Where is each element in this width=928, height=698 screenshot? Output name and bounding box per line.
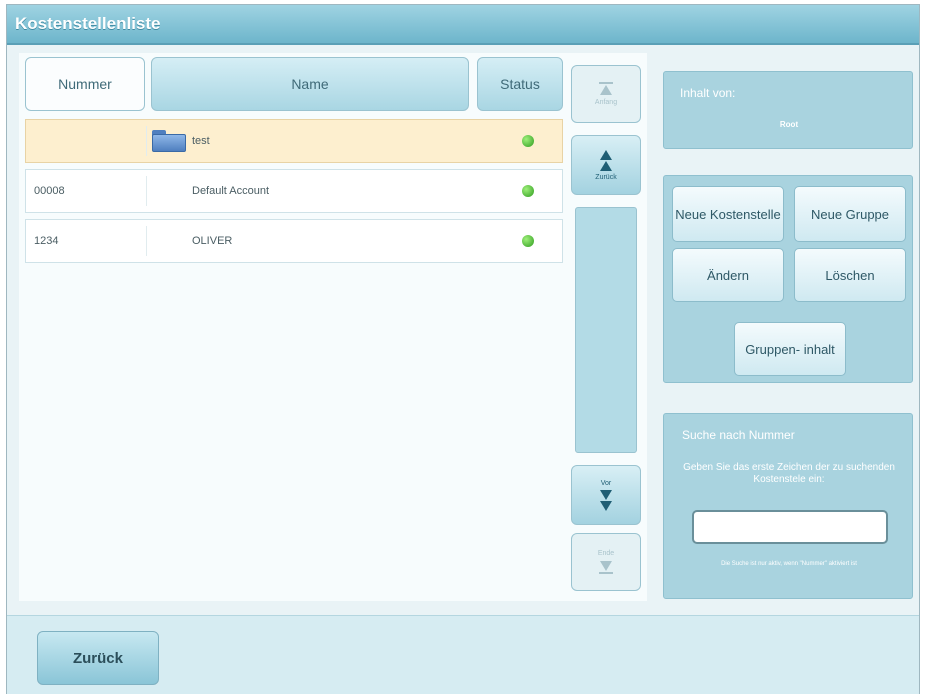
column-header-status[interactable]: Status (477, 57, 563, 111)
scroll-down-label: Vor (600, 479, 612, 487)
row-name: Default Account (192, 185, 270, 197)
scroll-down-button[interactable]: Vor (571, 465, 641, 525)
column-header-number[interactable]: Nummer (25, 57, 145, 111)
row-name-cell: test (152, 120, 482, 162)
content-of-heading: Inhalt von: (680, 86, 736, 100)
status-active-icon (522, 135, 534, 147)
scroll-track[interactable] (575, 207, 637, 453)
group-content-button[interactable]: Gruppen- inhalt (734, 322, 846, 376)
search-panel: Suche nach Nummer Geben Sie das erste Ze… (663, 413, 913, 599)
arrow-up-icon (600, 149, 612, 160)
search-note: Die Suche ist nur aktiv, wenn "Nummer" a… (721, 561, 857, 567)
row-divider (146, 226, 147, 256)
row-status (508, 120, 548, 162)
scroll-bottom-label: Ende (597, 550, 615, 557)
search-title: Suche nach Nummer (682, 428, 795, 442)
scroll-up-button[interactable]: Zurück (571, 135, 641, 195)
title-bar: Kostenstellenliste (7, 5, 919, 45)
arrow-down-icon (600, 489, 612, 500)
row-name: test (192, 135, 210, 147)
top-bar-icon (599, 82, 613, 84)
status-active-icon (522, 235, 534, 247)
scroll-bottom-button[interactable]: Ende (571, 533, 641, 591)
delete-button[interactable]: Löschen (794, 248, 906, 302)
table-row[interactable]: test (25, 119, 563, 163)
column-header-number-label: Nummer (58, 76, 112, 92)
scroll-top-button[interactable]: Anfang (571, 65, 641, 123)
row-number: 1234 (34, 235, 59, 247)
bottom-bar-icon (599, 572, 613, 574)
column-header-name[interactable]: Name (151, 57, 469, 111)
new-cost-center-button[interactable]: Neue Kostenstelle (672, 186, 784, 242)
table-row[interactable]: 1234 OLIVER (25, 219, 563, 263)
row-name: OLIVER (192, 235, 233, 247)
new-group-button[interactable]: Neue Gruppe (794, 186, 906, 242)
row-status (508, 170, 548, 212)
folder-icon (152, 130, 186, 152)
actions-panel: Neue Kostenstelle Neue Gruppe Ändern Lös… (663, 175, 913, 383)
status-active-icon (522, 185, 534, 197)
edit-button[interactable]: Ändern (672, 248, 784, 302)
content-of-value: Root (779, 120, 799, 129)
arrow-up-icon (600, 85, 612, 95)
row-divider (146, 176, 147, 206)
back-button[interactable]: Zurück (37, 631, 159, 685)
row-divider (146, 126, 147, 156)
arrow-up-icon (600, 160, 612, 171)
row-number: 00008 (34, 185, 65, 197)
content-of-panel: Inhalt von: Root (663, 71, 913, 149)
table-row[interactable]: 00008 Default Account (25, 169, 563, 213)
row-number (34, 120, 134, 162)
window-title: Kostenstellenliste (15, 14, 161, 33)
scroll-top-label: Anfang (594, 99, 618, 106)
row-status (508, 220, 548, 262)
column-header-status-label: Status (500, 76, 540, 92)
search-instruction: Geben Sie das erste Zeichen der zu suche… (683, 462, 895, 485)
column-header-name-label: Name (291, 76, 329, 92)
scroll-up-label: Zurück (595, 173, 617, 181)
search-input[interactable] (692, 510, 888, 544)
app-window: Kostenstellenliste Nummer Name Status te… (6, 4, 920, 694)
arrow-down-icon (600, 561, 612, 571)
arrow-down-icon (600, 500, 612, 511)
